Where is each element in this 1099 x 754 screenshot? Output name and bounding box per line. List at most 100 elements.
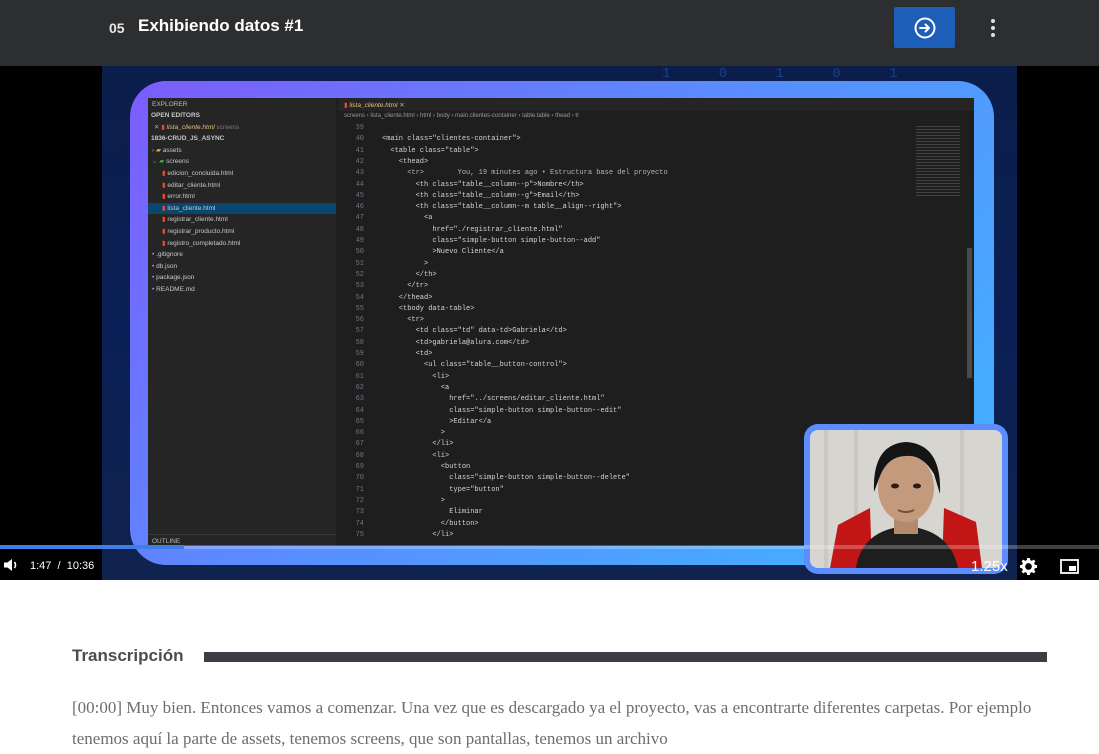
line-number: 66 <box>355 429 364 438</box>
video-progress-bar[interactable] <box>0 545 1099 549</box>
code-line: <th class="table__column--g">Email</th> <box>382 191 580 200</box>
more-vertical-icon <box>991 19 995 37</box>
picture-in-picture-button[interactable] <box>1060 558 1079 575</box>
code-line: <tr> <box>382 316 425 325</box>
background-decoration: 1 0 1 0 1 <box>662 66 918 82</box>
line-number: 70 <box>355 474 364 483</box>
line-number: 67 <box>355 440 364 449</box>
code-line: <td> <box>382 350 433 358</box>
video-progress-fill <box>0 545 184 549</box>
file-explorer: EXPLORER OPEN EDITORS ✕ ▮ lista_cliente.… <box>148 98 336 546</box>
explorer-item-label: screens <box>166 158 189 166</box>
line-number: 71 <box>355 485 364 494</box>
line-number: 39 <box>355 124 364 132</box>
line-number: 72 <box>355 496 364 505</box>
editor-breadcrumbs: screens › lista_cliente.html › html › bo… <box>344 113 580 119</box>
line-number: 50 <box>355 248 364 257</box>
line-number: 75 <box>355 530 364 539</box>
project-root: 1836-CRUD_JS_ASYNC <box>151 135 225 143</box>
explorer-item[interactable]: • db.json <box>148 261 336 273</box>
explorer-item[interactable]: ⌄ ▰ screens <box>148 156 336 168</box>
transcript-section: Transcripción [00:00] Muy bien. Entonces… <box>72 620 1047 748</box>
open-editors-label: OPEN EDITORS <box>151 112 201 119</box>
minimap <box>916 126 960 196</box>
line-number: 63 <box>355 395 364 404</box>
transcript-text: [00:00] Muy bien. Entonces vamos a comen… <box>72 698 1032 748</box>
line-number: 60 <box>355 361 364 370</box>
volume-button[interactable] <box>2 556 20 574</box>
explorer-item-label: assets <box>162 146 182 154</box>
code-line: class="simple-button simple-button--edit… <box>382 406 622 415</box>
line-number: 42 <box>355 157 364 166</box>
transcript-heading: Transcripción <box>72 646 184 665</box>
settings-button[interactable] <box>1019 557 1038 576</box>
explorer-item-label: .gitignore <box>156 251 183 259</box>
explorer-item-label: package.json <box>156 274 195 282</box>
file-tree: › ▰ assets ⌄ ▰ screens ▮ edicion_concluida… <box>148 145 336 296</box>
line-number: 49 <box>355 237 364 245</box>
lesson-number: 05 <box>109 20 125 36</box>
code-line: > <box>382 429 446 438</box>
line-number: 56 <box>355 316 364 325</box>
explorer-item-label: lista_cliente.html <box>167 204 216 212</box>
code-line: <main class="clientes-container"> <box>382 135 521 144</box>
line-number: 62 <box>355 383 364 392</box>
explorer-item[interactable]: ▮ lista_cliente.html <box>148 202 336 215</box>
open-editor-item: ✕ ▮ lista_cliente.html screens <box>154 123 240 131</box>
video-frame: 1 0 1 0 1 EXPLORER OPEN EDITORS ✕ ▮ list… <box>102 66 1017 580</box>
code-line: >Nuevo Cliente</a <box>382 248 504 257</box>
line-number: 41 <box>355 146 364 155</box>
code-line: </th> <box>382 270 437 279</box>
explorer-item[interactable]: • .gitignore <box>148 249 336 261</box>
line-number: 68 <box>355 451 364 460</box>
code-line: </tr> <box>382 282 429 291</box>
code-line: >Editar</a <box>382 417 492 426</box>
line-number: 45 <box>355 191 364 200</box>
code-line: class="simple-button simple-button--add" <box>382 237 601 245</box>
explorer-item[interactable]: ▮ error.html <box>148 191 336 203</box>
code-line: href="./registrar_cliente.html" <box>382 225 563 234</box>
current-time: 1:47 <box>30 560 52 572</box>
file-icon: ⌄ ▰ <box>152 158 167 166</box>
code-line: <tr> You, 19 minutes ago • Estructura ba… <box>382 169 668 178</box>
code-line: > <box>382 496 446 505</box>
player-controls: 1:47 / 10:36 1.25x <box>0 552 1099 580</box>
code-line: <th class="table__column--p">Nombre</th> <box>382 180 584 189</box>
explorer-item[interactable]: • README.md <box>148 284 336 296</box>
time-display: 1:47 / 10:36 <box>30 560 94 572</box>
next-lesson-button[interactable] <box>894 7 955 48</box>
line-number: 51 <box>355 259 364 268</box>
explorer-item[interactable]: › ▰ assets <box>148 145 336 157</box>
code-line: </li> <box>382 440 454 449</box>
picture-in-picture-icon <box>1060 559 1079 574</box>
explorer-item[interactable]: ▮ edicion_concluida.html <box>148 168 336 180</box>
volume-icon <box>4 559 17 571</box>
code-line: <th class="table__column--m table__align… <box>382 203 622 212</box>
gear-icon <box>1019 557 1038 576</box>
line-number: 57 <box>355 327 364 336</box>
editor-tab: ▮ lista_cliente.html ✕ <box>338 98 974 111</box>
explorer-item[interactable]: ▮ editar_cliente.html <box>148 180 336 192</box>
total-duration: 10:36 <box>66 560 95 572</box>
video-player[interactable]: 1 0 1 0 1 EXPLORER OPEN EDITORS ✕ ▮ list… <box>0 66 1099 580</box>
line-number: 65 <box>355 417 364 426</box>
explorer-item[interactable]: ▮ registro_completado.html <box>148 238 336 250</box>
line-number: 40 <box>355 135 364 144</box>
code-line: <a <box>382 383 450 392</box>
line-number: 52 <box>355 270 364 279</box>
editor-scrollbar <box>967 248 972 378</box>
line-number: 54 <box>355 293 364 302</box>
more-options-button[interactable] <box>982 14 1004 42</box>
line-number: 55 <box>355 304 364 313</box>
lesson-title: Exhibiendo datos #1 <box>138 16 304 35</box>
code-line: </button> <box>382 519 479 528</box>
explorer-item[interactable]: • package.json <box>148 272 336 284</box>
code-line: <button <box>382 463 471 471</box>
code-line: <li> <box>382 451 450 460</box>
line-number: 44 <box>355 180 364 189</box>
explorer-item[interactable]: ▮ registrar_producto.html <box>148 226 336 238</box>
explorer-item[interactable]: ▮ registrar_cliente.html <box>148 214 336 226</box>
explorer-item-label: edicion_concluida.html <box>167 169 234 177</box>
line-number: 74 <box>355 519 364 528</box>
playback-speed-button[interactable]: 1.25x <box>971 558 1008 575</box>
